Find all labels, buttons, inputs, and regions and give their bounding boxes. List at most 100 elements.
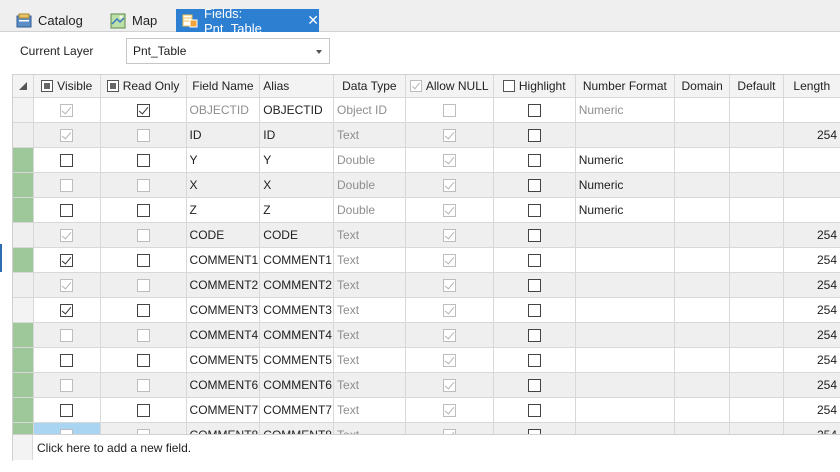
- length-cell[interactable]: [783, 172, 840, 198]
- highlight-checkbox[interactable]: [527, 278, 541, 292]
- domain-cell[interactable]: [674, 147, 731, 173]
- visible-checkbox[interactable]: [60, 353, 74, 367]
- read-only-cell[interactable]: [100, 247, 187, 273]
- field-name-cell[interactable]: COMMENT6: [186, 372, 261, 398]
- highlight-cell[interactable]: [493, 322, 576, 348]
- highlight-cell[interactable]: [493, 347, 576, 373]
- tab-map[interactable]: Map: [106, 9, 174, 32]
- length-cell[interactable]: 254: [783, 272, 840, 298]
- highlight-checkbox[interactable]: [527, 303, 541, 317]
- row-selector[interactable]: [13, 97, 34, 123]
- read-only-checkbox[interactable]: [136, 403, 150, 417]
- number-format-cell[interactable]: [575, 247, 676, 273]
- visible-cell[interactable]: [33, 247, 101, 273]
- row-selector[interactable]: [13, 197, 34, 223]
- number-format-cell[interactable]: Numeric: [575, 147, 676, 173]
- alias-cell[interactable]: CODE: [259, 222, 335, 248]
- data-type-cell[interactable]: Text: [333, 322, 406, 348]
- highlight-cell[interactable]: [493, 372, 576, 398]
- default-cell[interactable]: [729, 372, 784, 398]
- domain-cell[interactable]: [674, 322, 731, 348]
- allow-null-cell[interactable]: [405, 322, 494, 348]
- field-name-cell[interactable]: COMMENT7: [186, 397, 261, 423]
- number-format-cell[interactable]: [575, 122, 676, 148]
- read-only-cell[interactable]: [100, 172, 187, 198]
- data-type-cell[interactable]: Double: [333, 197, 406, 223]
- select-all-corner[interactable]: [13, 75, 34, 98]
- length-cell[interactable]: 254: [783, 347, 840, 373]
- row-selector[interactable]: [13, 172, 34, 198]
- read-only-cell[interactable]: [100, 272, 187, 298]
- length-cell[interactable]: [783, 197, 840, 223]
- visible-cell[interactable]: [33, 272, 101, 298]
- table-row[interactable]: COMMENT4 COMMENT4 Text 254: [13, 322, 840, 348]
- field-name-cell[interactable]: COMMENT4: [186, 322, 261, 348]
- visible-cell[interactable]: [33, 147, 101, 173]
- number-format-cell[interactable]: [575, 397, 676, 423]
- number-format-cell[interactable]: Numeric: [575, 197, 676, 223]
- visible-checkbox[interactable]: [60, 203, 74, 217]
- data-type-cell[interactable]: Object ID: [333, 97, 406, 123]
- table-row[interactable]: Z Z Double Numeric: [13, 197, 840, 223]
- header-length[interactable]: Length: [783, 75, 840, 98]
- header-allow-null[interactable]: Allow NULL: [405, 75, 494, 98]
- read-only-cell[interactable]: [100, 197, 187, 223]
- highlight-cell[interactable]: [493, 97, 576, 123]
- allow-null-cell[interactable]: [405, 222, 494, 248]
- alias-cell[interactable]: COMMENT1: [259, 247, 335, 273]
- visible-checkbox[interactable]: [60, 403, 74, 417]
- current-layer-dropdown[interactable]: Pnt_Table: [126, 38, 330, 64]
- highlight-cell[interactable]: [493, 147, 576, 173]
- allow-null-cell[interactable]: [405, 372, 494, 398]
- highlight-checkbox[interactable]: [527, 403, 541, 417]
- close-icon[interactable]: ✕: [307, 12, 319, 29]
- field-name-cell[interactable]: COMMENT3: [186, 297, 261, 323]
- alias-cell[interactable]: Z: [259, 197, 335, 223]
- length-cell[interactable]: [783, 147, 840, 173]
- visible-checkbox[interactable]: [60, 253, 74, 267]
- highlight-cell[interactable]: [493, 122, 576, 148]
- row-selector[interactable]: [13, 347, 34, 373]
- field-name-cell[interactable]: CODE: [186, 222, 261, 248]
- data-type-cell[interactable]: Double: [333, 147, 406, 173]
- data-type-cell[interactable]: Text: [333, 372, 406, 398]
- add-new-field-row[interactable]: Click here to add a new field.: [12, 434, 840, 460]
- read-only-cell[interactable]: [100, 347, 187, 373]
- header-alias[interactable]: Alias: [259, 75, 335, 98]
- read-only-checkbox[interactable]: [136, 303, 150, 317]
- read-only-checkbox[interactable]: [136, 203, 150, 217]
- allow-null-cell[interactable]: [405, 247, 494, 273]
- table-row[interactable]: X X Double Numeric: [13, 172, 840, 198]
- field-name-cell[interactable]: ID: [186, 122, 261, 148]
- read-only-cell[interactable]: [100, 397, 187, 423]
- domain-cell[interactable]: [674, 122, 731, 148]
- table-row[interactable]: COMMENT1 COMMENT1 Text 254: [13, 247, 840, 273]
- row-selector[interactable]: [13, 147, 34, 173]
- default-cell[interactable]: [729, 397, 784, 423]
- default-cell[interactable]: [729, 247, 784, 273]
- highlight-checkbox[interactable]: [527, 378, 541, 392]
- visible-checkbox[interactable]: [60, 303, 74, 317]
- read-only-checkbox[interactable]: [136, 253, 150, 267]
- table-row[interactable]: COMMENT3 COMMENT3 Text 254: [13, 297, 840, 323]
- length-cell[interactable]: 254: [783, 322, 840, 348]
- header-read-only[interactable]: Read Only: [100, 75, 187, 98]
- alias-cell[interactable]: COMMENT2: [259, 272, 335, 298]
- table-row[interactable]: COMMENT2 COMMENT2 Text 254: [13, 272, 840, 298]
- domain-cell[interactable]: [674, 247, 731, 273]
- visible-cell[interactable]: [33, 372, 101, 398]
- number-format-cell[interactable]: [575, 347, 676, 373]
- allow-null-cell[interactable]: [405, 347, 494, 373]
- highlight-checkbox[interactable]: [527, 353, 541, 367]
- highlight-checkbox[interactable]: [527, 253, 541, 267]
- data-type-cell[interactable]: Text: [333, 397, 406, 423]
- header-data-type[interactable]: Data Type: [333, 75, 406, 98]
- visible-cell[interactable]: [33, 397, 101, 423]
- length-cell[interactable]: 254: [783, 222, 840, 248]
- number-format-cell[interactable]: [575, 272, 676, 298]
- visible-cell[interactable]: [33, 297, 101, 323]
- default-cell[interactable]: [729, 97, 784, 123]
- length-cell[interactable]: 254: [783, 397, 840, 423]
- default-cell[interactable]: [729, 272, 784, 298]
- alias-cell[interactable]: OBJECTID: [259, 97, 335, 123]
